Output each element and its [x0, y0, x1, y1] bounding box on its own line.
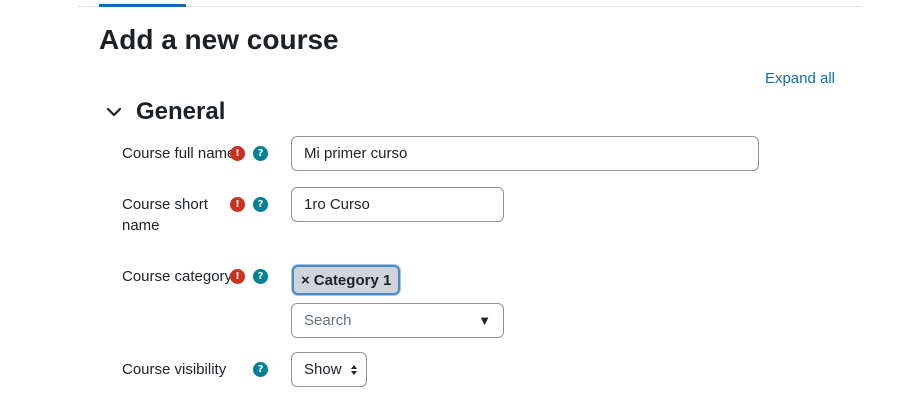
category-tag-label: Category 1	[313, 271, 392, 289]
general-section-toggle[interactable]: General	[104, 96, 225, 128]
course-short-name-input[interactable]: 1ro Curso	[291, 187, 504, 222]
chevron-down-icon	[104, 102, 124, 122]
required-icon: !	[230, 146, 245, 161]
section-title: General	[136, 98, 226, 125]
select-arrows-icon	[350, 364, 358, 376]
active-tab-indicator	[99, 4, 186, 7]
course-visibility-value: Show	[304, 361, 342, 378]
course-short-name-label: Course short name	[122, 194, 208, 236]
category-search-input[interactable]: Search ▼	[291, 303, 504, 338]
help-icon[interactable]: ?	[253, 146, 268, 161]
category-search-placeholder: Search	[304, 312, 352, 329]
course-category-label: Course category	[122, 268, 233, 285]
help-icon[interactable]: ?	[253, 269, 268, 284]
expand-all-link[interactable]: Expand all	[765, 70, 835, 87]
remove-icon[interactable]: ×	[301, 272, 310, 289]
page-title: Add a new course	[99, 24, 339, 55]
required-icon: !	[230, 269, 245, 284]
course-full-name-label: Course full name	[122, 145, 236, 162]
course-visibility-label: Course visibility	[122, 361, 227, 378]
course-short-name-label-line1: Course short	[122, 196, 208, 213]
course-full-name-value: Mi primer curso	[304, 145, 408, 162]
dropdown-arrow-icon[interactable]: ▼	[478, 313, 491, 328]
course-short-name-label-line2: name	[122, 217, 160, 234]
course-full-name-input[interactable]: Mi primer curso	[291, 136, 759, 171]
required-icon: !	[230, 197, 245, 212]
category-tag[interactable]: × Category 1	[292, 265, 401, 295]
help-icon[interactable]: ?	[253, 197, 268, 212]
course-visibility-select[interactable]: Show	[291, 352, 367, 387]
tab-border	[77, 6, 862, 7]
help-icon[interactable]: ?	[253, 362, 268, 377]
course-short-name-value: 1ro Curso	[304, 196, 370, 213]
